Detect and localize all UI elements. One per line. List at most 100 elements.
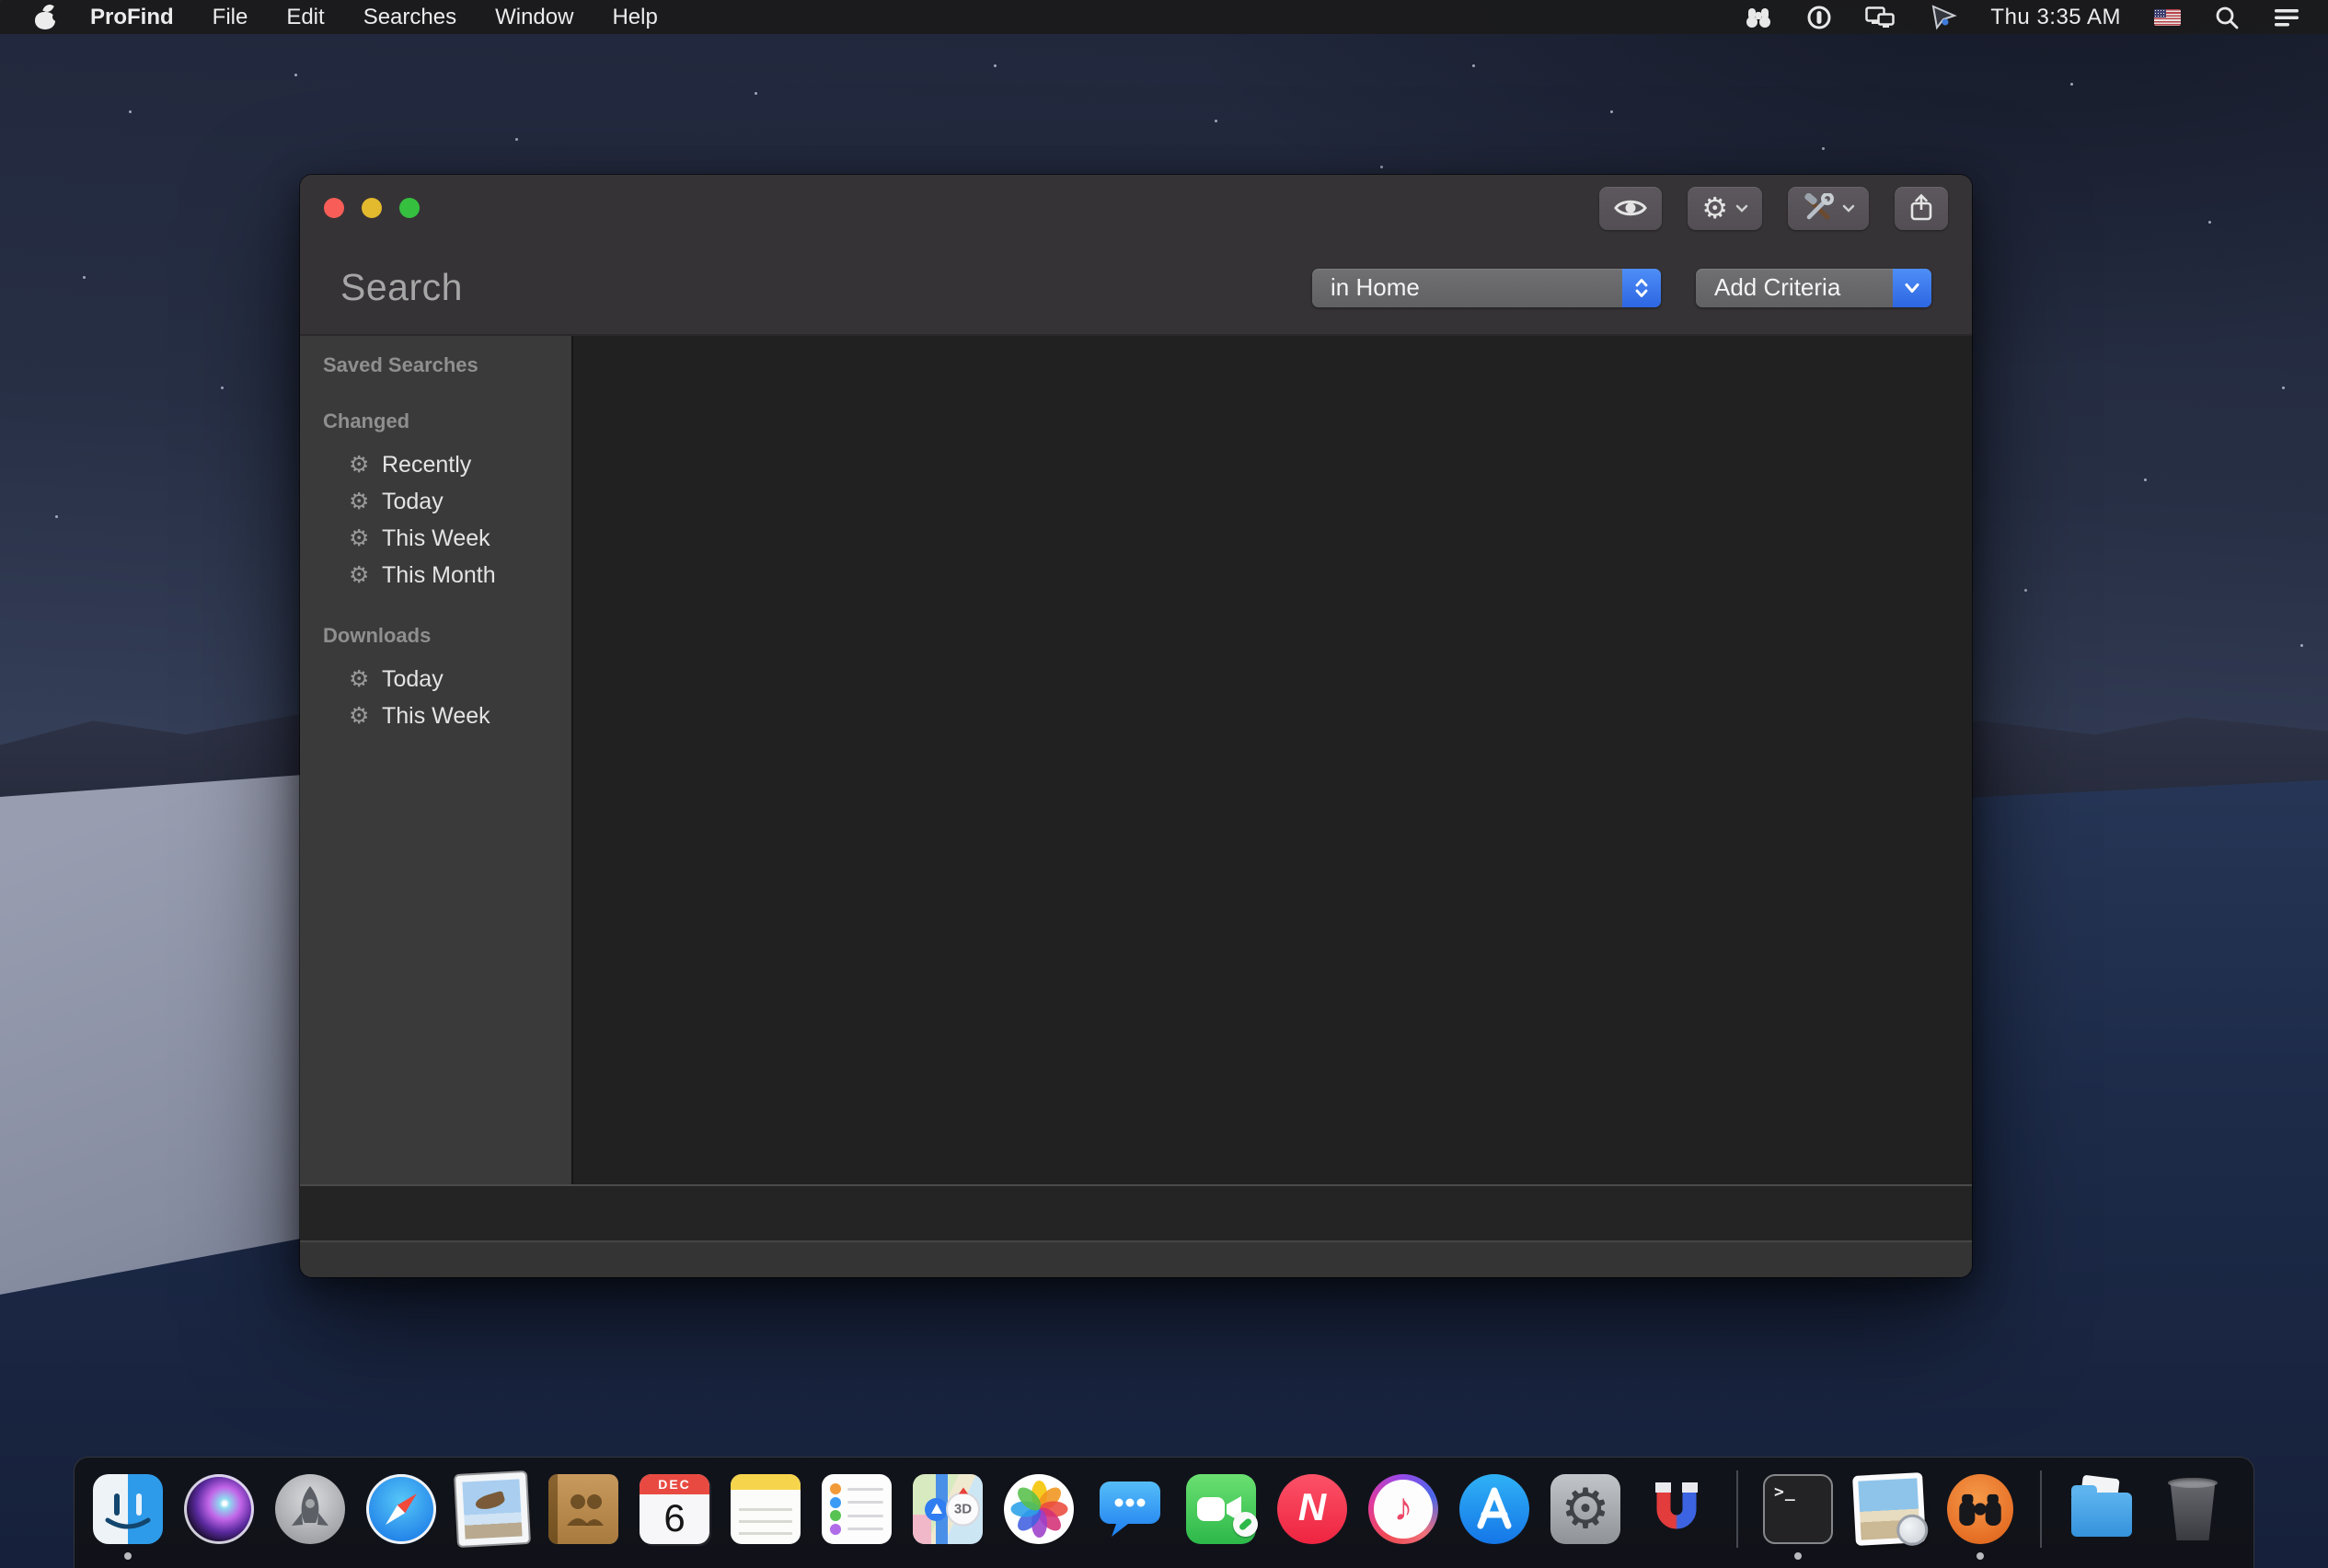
- reminders-icon: [822, 1474, 892, 1544]
- search-scope-popup[interactable]: in Home: [1312, 269, 1661, 307]
- menu-bar: ProFind File Edit Searches Window Help: [0, 0, 2328, 34]
- dock-item-safari[interactable]: [366, 1474, 436, 1544]
- maps-icon: 3D: [913, 1474, 983, 1544]
- notes-icon: [731, 1474, 801, 1544]
- dock-item-launchpad[interactable]: [275, 1474, 345, 1544]
- dock-item-system-preferences[interactable]: ⚙: [1550, 1474, 1620, 1544]
- dock-item-finder[interactable]: [93, 1474, 163, 1544]
- input-source-flag-icon[interactable]: [2154, 9, 2181, 26]
- sidebar-item-this-month[interactable]: ⚙ This Month: [300, 557, 571, 594]
- zoom-button[interactable]: [399, 198, 420, 218]
- dock-item-itunes[interactable]: ♪: [1368, 1474, 1438, 1544]
- gear-icon: ⚙: [349, 527, 382, 550]
- dock-item-siri[interactable]: [184, 1474, 254, 1544]
- safari-icon: [366, 1474, 436, 1544]
- dock-item-terminal[interactable]: >_: [1763, 1474, 1833, 1544]
- dock-item-preview[interactable]: [1854, 1474, 1924, 1544]
- dock-separator: [2040, 1470, 2042, 1548]
- dock-item-photos[interactable]: [1004, 1474, 1074, 1544]
- menu-bar-clock[interactable]: Thu 3:35 AM: [1990, 5, 2121, 30]
- quick-look-button[interactable]: [1599, 187, 1662, 230]
- dock-item-magnet[interactable]: [1642, 1474, 1711, 1544]
- music-note-glyph: ♪: [1394, 1485, 1413, 1529]
- sidebar-section-downloads: Downloads ⚙ Today ⚙ This Week: [300, 622, 571, 734]
- dock-item-reminders[interactable]: [822, 1474, 892, 1544]
- apple-menu[interactable]: [35, 5, 52, 30]
- apple-logo-icon: [35, 5, 57, 30]
- calendar-icon: DEC 6: [640, 1474, 709, 1544]
- eye-icon: [1613, 197, 1648, 219]
- dock-item-facetime[interactable]: [1186, 1474, 1256, 1544]
- add-criteria-popup[interactable]: Add Criteria: [1696, 269, 1931, 307]
- terminal-prompt: >_: [1774, 1482, 1796, 1502]
- downloads-folder-icon: [2067, 1474, 2137, 1544]
- dock-item-maps[interactable]: 3D: [913, 1474, 983, 1544]
- terminal-icon: >_: [1763, 1474, 1833, 1544]
- sidebar-section-header: Changed: [300, 408, 571, 435]
- dock-separator: [1736, 1470, 1738, 1548]
- binoculars-icon[interactable]: [1744, 5, 1773, 30]
- dock-item-mail[interactable]: [457, 1474, 527, 1544]
- menu-edit[interactable]: Edit: [286, 0, 324, 34]
- notification-center-icon[interactable]: [2273, 6, 2300, 29]
- close-button[interactable]: [324, 198, 344, 218]
- preview-icon: [1852, 1472, 1926, 1546]
- mail-icon: [455, 1472, 529, 1546]
- sidebar-section-header: Downloads: [300, 622, 571, 650]
- window-footer: [300, 1240, 1972, 1277]
- dock: DEC 6 3D: [74, 1457, 2254, 1568]
- dock-item-downloads-folder[interactable]: [2067, 1474, 2137, 1544]
- gear-icon: ⚙: [349, 705, 382, 728]
- gear-icon: ⚙: [349, 668, 382, 691]
- menu-searches[interactable]: Searches: [363, 0, 456, 34]
- contacts-icon: [548, 1474, 618, 1544]
- gear-icon: ⚙: [349, 564, 382, 587]
- itunes-icon: ♪: [1368, 1474, 1438, 1544]
- sidebar-item-downloads-this-week[interactable]: ⚙ This Week: [300, 698, 571, 734]
- profind-window: ⚙: [300, 175, 1972, 1277]
- dock-item-calendar[interactable]: DEC 6: [640, 1474, 709, 1544]
- displays-icon[interactable]: [1865, 5, 1896, 30]
- share-icon: [1908, 193, 1934, 223]
- dock-item-contacts[interactable]: [548, 1474, 618, 1544]
- dock-item-trash[interactable]: [2158, 1474, 2228, 1544]
- circled-zero-icon[interactable]: [1806, 5, 1832, 30]
- gear-icon: ⚙: [349, 454, 382, 477]
- menu-window[interactable]: Window: [495, 0, 573, 34]
- dock-item-notes[interactable]: [731, 1474, 801, 1544]
- page-title: Search: [340, 266, 463, 309]
- sidebar-item-recently[interactable]: ⚙ Recently: [300, 446, 571, 483]
- dock-item-messages[interactable]: [1095, 1474, 1165, 1544]
- tools-menu-button[interactable]: [1788, 187, 1869, 230]
- siri-icon: [184, 1474, 254, 1544]
- photos-icon: [1004, 1474, 1074, 1544]
- news-letter: N: [1298, 1485, 1326, 1529]
- dock-item-profind[interactable]: [1945, 1474, 2015, 1544]
- sidebar-title: Saved Searches: [300, 352, 571, 379]
- window-titlebar[interactable]: ⚙: [300, 175, 1972, 241]
- share-button[interactable]: [1895, 187, 1948, 230]
- results-area[interactable]: [573, 336, 1972, 1184]
- action-menu-button[interactable]: ⚙: [1688, 187, 1762, 230]
- popup-arrows-icon: [1622, 269, 1661, 307]
- hammer-wrench-icon: [1802, 193, 1835, 223]
- magnet-icon: [1642, 1474, 1711, 1544]
- facetime-icon: [1186, 1474, 1256, 1544]
- menu-file[interactable]: File: [213, 0, 248, 34]
- menu-profind[interactable]: ProFind: [90, 0, 174, 34]
- dock-item-app-store[interactable]: [1459, 1474, 1529, 1544]
- chevron-down-icon: [1842, 204, 1855, 213]
- spotlight-search-icon[interactable]: [2214, 5, 2240, 30]
- system-preferences-icon: ⚙: [1550, 1474, 1620, 1544]
- sidebar-item-today[interactable]: ⚙ Today: [300, 483, 571, 520]
- app-store-icon: [1459, 1474, 1529, 1544]
- sidebar-item-this-week[interactable]: ⚙ This Week: [300, 520, 571, 557]
- dock-item-news[interactable]: N: [1277, 1474, 1347, 1544]
- minimize-button[interactable]: [362, 198, 382, 218]
- launchpad-icon: [275, 1474, 345, 1544]
- chevron-down-icon: [1735, 204, 1748, 213]
- sidebar-item-downloads-today[interactable]: ⚙ Today: [300, 661, 571, 698]
- menu-help[interactable]: Help: [612, 0, 657, 34]
- pointer-icon[interactable]: [1930, 5, 1957, 30]
- gear-icon: ⚙: [1561, 1482, 1610, 1537]
